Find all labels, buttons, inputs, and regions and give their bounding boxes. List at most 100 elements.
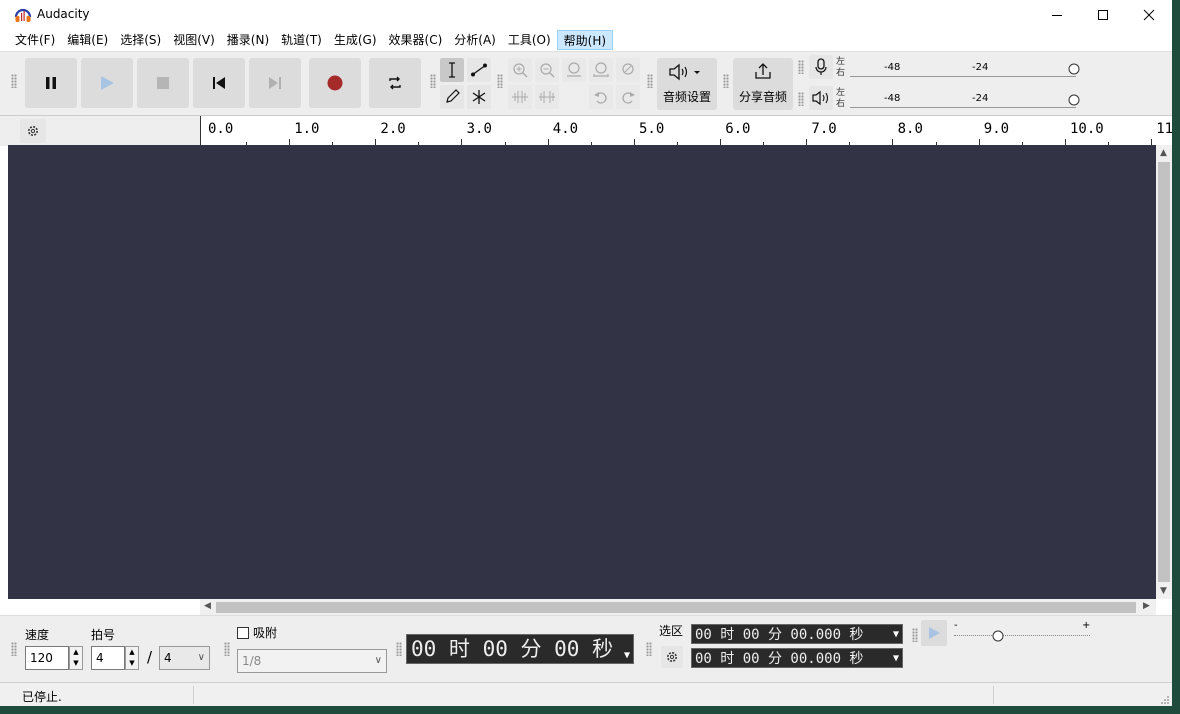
toolbar-grip[interactable] bbox=[647, 74, 653, 88]
menu-transport[interactable]: 播录(N) bbox=[221, 30, 275, 50]
play-button[interactable] bbox=[81, 58, 133, 108]
time-signature-label: 拍号 bbox=[91, 628, 116, 642]
bottom-toolbars: 速度 120 ▲ ▼ 拍号 4 ▲ ▼ / 4 ∨ 吸附 1/8 ∨ 00 时 00… bbox=[0, 615, 1172, 682]
ruler-tick-label: 11.0 bbox=[1156, 121, 1172, 137]
close-button[interactable] bbox=[1126, 0, 1172, 30]
resize-grip-icon[interactable] bbox=[1160, 695, 1170, 705]
selection-start-value: 00 时 00 分 00.000 秒 bbox=[695, 627, 864, 643]
play-at-speed-button[interactable] bbox=[921, 620, 947, 646]
toolbar-grip[interactable] bbox=[396, 642, 402, 656]
fit-project-button[interactable] bbox=[589, 58, 613, 82]
minimize-button[interactable] bbox=[1034, 0, 1080, 30]
toolbar-grip[interactable] bbox=[798, 60, 804, 74]
menu-generate[interactable]: 生成(G) bbox=[328, 30, 383, 50]
selection-start-dropdown-icon[interactable]: ▼ bbox=[893, 625, 899, 645]
play-speed-slider[interactable]: - + bbox=[952, 620, 1092, 646]
timeline-ruler[interactable]: 0.0 1.0 2.0 3.0 4.0 5.0 6.0 7.0 8.0 9.0 10.0 11.0 bbox=[200, 116, 1172, 146]
toolbar-grip[interactable] bbox=[723, 74, 729, 88]
playback-meter[interactable]: 左右 -48 -24 bbox=[836, 86, 1080, 112]
tempo-stepper[interactable]: ▲ ▼ bbox=[69, 646, 83, 670]
skip-end-button[interactable] bbox=[249, 58, 301, 108]
selection-settings-button[interactable] bbox=[661, 646, 683, 668]
meter-tick: -24 bbox=[972, 93, 989, 104]
snap-checkbox[interactable] bbox=[237, 627, 249, 639]
track-area[interactable] bbox=[8, 145, 1156, 599]
trim-icon bbox=[512, 91, 528, 103]
toolbar-grip[interactable] bbox=[646, 642, 652, 656]
toolbar-grip[interactable] bbox=[430, 74, 436, 88]
time-format-dropdown-icon[interactable]: ▼ bbox=[624, 642, 630, 670]
menu-file[interactable]: 文件(F) bbox=[9, 30, 61, 50]
ruler-tick-label: 5.0 bbox=[639, 121, 665, 137]
meter-tick: -48 bbox=[884, 93, 901, 104]
toolbar-grip[interactable] bbox=[798, 92, 804, 106]
scroll-up-icon[interactable]: ▲ bbox=[1160, 148, 1167, 158]
vertical-scroll-thumb[interactable] bbox=[1158, 162, 1170, 582]
trim-button[interactable] bbox=[508, 85, 532, 109]
time-signature-upper-input[interactable]: 4 bbox=[91, 646, 125, 670]
scroll-down-icon[interactable]: ▼ bbox=[1160, 586, 1167, 596]
playback-speaker-icon bbox=[812, 90, 829, 106]
pause-button[interactable] bbox=[25, 58, 77, 108]
skip-start-button[interactable] bbox=[193, 58, 245, 108]
ruler-tick-label: 9.0 bbox=[983, 121, 1010, 137]
ruler-tick-label: 10.0 bbox=[1070, 121, 1104, 137]
toolbar-grip[interactable] bbox=[912, 628, 918, 642]
share-icon bbox=[755, 63, 771, 79]
tempo-input[interactable]: 120 bbox=[25, 646, 69, 670]
silence-button[interactable] bbox=[535, 85, 559, 109]
toolbar-grip[interactable] bbox=[11, 642, 17, 656]
time-display[interactable]: 00 时 00 分 00 秒 ▼ bbox=[406, 634, 634, 664]
time-signature-lower-select[interactable]: 4 ∨ bbox=[159, 646, 210, 670]
menu-analyze[interactable]: 分析(A) bbox=[448, 30, 502, 50]
stop-button[interactable] bbox=[137, 58, 189, 108]
menu-effect[interactable]: 效果器(C) bbox=[383, 30, 449, 50]
multi-tool[interactable] bbox=[467, 85, 491, 109]
menu-tools[interactable]: 工具(O) bbox=[502, 30, 557, 50]
toolbar-grip[interactable] bbox=[224, 642, 230, 656]
loop-button[interactable] bbox=[369, 58, 421, 108]
snap-select[interactable]: 1/8 ∨ bbox=[237, 649, 387, 673]
redo-button[interactable] bbox=[616, 85, 640, 109]
fit-selection-button[interactable] bbox=[562, 58, 586, 82]
selection-end-time[interactable]: 00 时 00 分 00.000 秒 ▼ bbox=[691, 648, 903, 668]
status-separator bbox=[193, 686, 194, 704]
maximize-button[interactable] bbox=[1080, 0, 1126, 30]
menu-tracks[interactable]: 轨道(T) bbox=[275, 30, 328, 50]
toolbar-grip[interactable] bbox=[11, 74, 17, 88]
record-button[interactable] bbox=[309, 58, 361, 108]
zoom-out-button[interactable] bbox=[535, 58, 559, 82]
menu-view[interactable]: 视图(V) bbox=[167, 30, 221, 50]
scroll-left-icon[interactable]: ◀ bbox=[204, 601, 211, 611]
play-icon bbox=[929, 627, 940, 639]
selection-label: 选区 bbox=[659, 624, 684, 638]
draw-tool[interactable] bbox=[440, 85, 464, 109]
menu-edit[interactable]: 编辑(E) bbox=[61, 30, 114, 50]
playback-meter-button[interactable] bbox=[809, 86, 833, 110]
record-meter-button[interactable] bbox=[809, 55, 833, 79]
pencil-icon bbox=[446, 89, 460, 103]
zoom-fit-icon bbox=[593, 62, 609, 77]
timeline-row: 0.0 1.0 2.0 3.0 4.0 5.0 6.0 7.0 8.0 9.0 10.0 11.0 bbox=[0, 115, 1172, 146]
chevron-down-icon: ∨ bbox=[197, 652, 205, 663]
share-audio-button[interactable]: 分享音频 bbox=[733, 58, 793, 110]
horizontal-scroll-thumb[interactable] bbox=[216, 602, 1136, 613]
toolbar-grip[interactable] bbox=[497, 74, 503, 88]
envelope-tool[interactable] bbox=[467, 58, 491, 82]
undo-button[interactable] bbox=[589, 85, 613, 109]
scroll-right-icon[interactable]: ▶ bbox=[1143, 601, 1150, 611]
timeline-settings-button[interactable] bbox=[20, 119, 46, 143]
speed-track bbox=[954, 635, 1090, 636]
record-meter[interactable]: 左右 -48 -24 bbox=[836, 55, 1080, 81]
selection-start-time[interactable]: 00 时 00 分 00.000 秒 ▼ bbox=[691, 624, 903, 644]
menu-help[interactable]: 帮助(H) bbox=[556, 30, 614, 50]
menu-select[interactable]: 选择(S) bbox=[114, 30, 167, 50]
time-signature-stepper[interactable]: ▲ ▼ bbox=[125, 646, 139, 670]
selection-tool[interactable] bbox=[440, 58, 464, 82]
selection-end-dropdown-icon[interactable]: ▼ bbox=[893, 649, 899, 669]
stop-icon bbox=[157, 77, 169, 89]
zoom-toggle-button[interactable] bbox=[616, 58, 640, 82]
ruler-tick-label: 0.0 bbox=[208, 121, 234, 137]
zoom-in-button[interactable] bbox=[508, 58, 532, 82]
audio-setup-button[interactable]: 音频设置 bbox=[657, 58, 717, 110]
